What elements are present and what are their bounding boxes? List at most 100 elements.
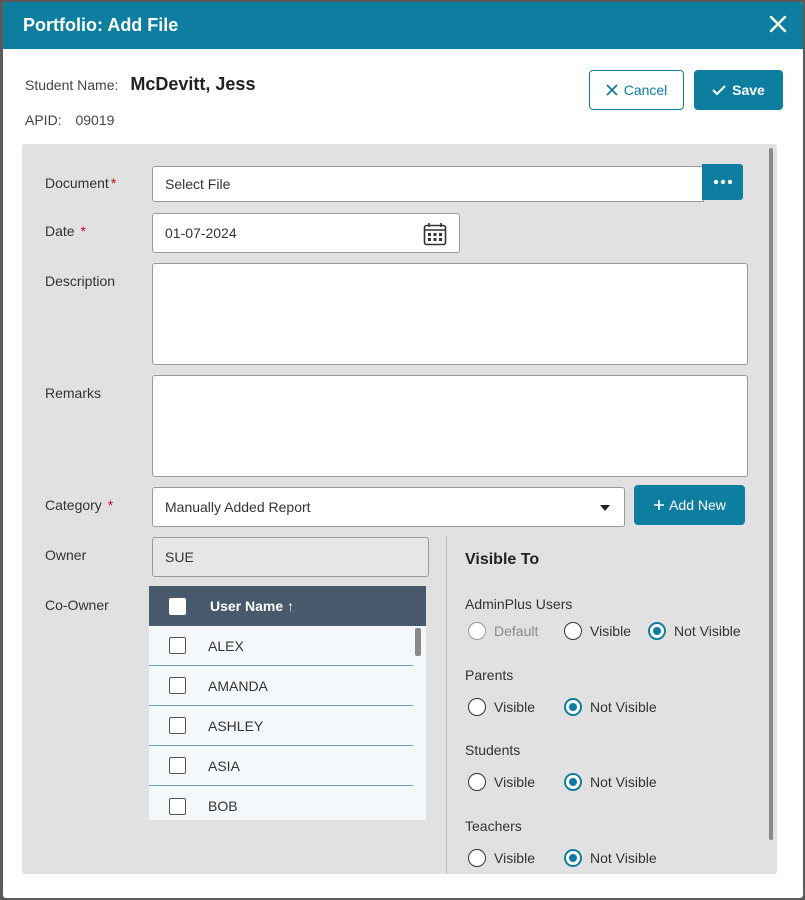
teachers-visible-radio[interactable]: Visible <box>468 849 535 867</box>
table-row[interactable]: BOB <box>149 786 413 820</box>
parents-visible-radio[interactable]: Visible <box>468 698 535 716</box>
radio-circle <box>468 849 486 867</box>
radio-label: Visible <box>494 850 535 866</box>
user-name-header-text: User Name <box>210 598 284 614</box>
chevron-down-icon <box>600 505 610 511</box>
section-divider <box>446 536 447 874</box>
radio-circle <box>564 773 582 791</box>
student-name-label: Student Name: <box>25 77 119 93</box>
student-name-row: Student Name: McDevitt, Jess <box>25 74 255 95</box>
radio-circle <box>564 698 582 716</box>
radio-circle <box>468 773 486 791</box>
row-checkbox[interactable] <box>169 757 186 774</box>
table-row[interactable]: AMANDA <box>149 666 413 706</box>
calendar-icon[interactable] <box>423 222 447 246</box>
students-label: Students <box>465 742 521 758</box>
document-label: Document * <box>45 175 116 191</box>
document-field[interactable]: Select File <box>152 166 704 202</box>
row-checkbox[interactable] <box>169 717 186 734</box>
date-field[interactable]: 01-07-2024 <box>152 213 460 253</box>
remarks-label: Remarks <box>45 385 102 401</box>
radio-circle <box>564 849 582 867</box>
category-label-text: Category <box>45 497 102 513</box>
row-user-name: ASHLEY <box>208 717 264 734</box>
user-name-column-header[interactable]: User Name ↑ <box>210 598 294 614</box>
row-user-name: BOB <box>208 798 238 814</box>
adminplus-users-label: AdminPlus Users <box>465 596 573 612</box>
x-icon <box>606 84 618 96</box>
ellipsis-icon <box>713 179 732 185</box>
parents-not-visible-radio[interactable]: Not Visible <box>564 698 657 716</box>
radio-circle <box>468 698 486 716</box>
students-not-visible-radio[interactable]: Not Visible <box>564 773 657 791</box>
parents-label: Parents <box>465 667 514 683</box>
radio-circle <box>564 622 582 640</box>
panel-scrollbar[interactable] <box>769 148 773 840</box>
row-user-name: AMANDA <box>208 677 268 694</box>
remarks-textarea[interactable] <box>152 375 748 477</box>
category-select[interactable]: Manually Added Report <box>152 487 625 527</box>
category-select-value: Manually Added Report <box>165 499 311 515</box>
close-icon[interactable] <box>767 13 789 35</box>
radio-circle <box>648 622 666 640</box>
adminplus-default-radio[interactable]: Default <box>468 622 538 640</box>
radio-label: Visible <box>494 699 535 715</box>
description-textarea[interactable] <box>152 263 748 365</box>
radio-label: Not Visible <box>590 699 657 715</box>
add-new-label: Add New <box>669 497 726 513</box>
apid-row: APID: 09019 <box>25 112 114 128</box>
teachers-not-visible-radio[interactable]: Not Visible <box>564 849 657 867</box>
add-new-category-button[interactable]: Add New <box>634 485 745 525</box>
browse-file-button[interactable] <box>702 164 743 200</box>
check-icon <box>712 85 726 96</box>
description-label: Description <box>45 273 116 289</box>
cancel-button-label: Cancel <box>623 82 668 98</box>
owner-field: SUE <box>152 537 429 577</box>
radio-label: Visible <box>494 774 535 790</box>
cancel-button[interactable]: Cancel <box>589 70 684 110</box>
row-checkbox[interactable] <box>169 797 186 815</box>
radio-label: Default <box>494 623 539 639</box>
students-visible-radio[interactable]: Visible <box>468 773 535 791</box>
table-row[interactable]: ALEX <box>149 626 413 666</box>
date-label-text: Date <box>45 223 75 239</box>
row-user-name: ASIA <box>208 757 240 774</box>
save-button-label: Save <box>732 82 765 98</box>
sort-arrow-icon: ↑ <box>287 598 295 614</box>
table-row[interactable]: ASIA <box>149 746 413 786</box>
grid-scrollbar[interactable] <box>415 628 421 656</box>
document-label-text: Document <box>45 175 109 191</box>
modal-title: Portfolio: Add File <box>23 15 179 35</box>
radio-label: Not Visible <box>590 774 657 790</box>
radio-label: Not Visible <box>590 850 657 866</box>
owner-label: Owner <box>45 547 87 563</box>
teachers-label: Teachers <box>465 818 522 834</box>
required-mark: * <box>107 497 114 513</box>
required-mark: * <box>80 223 86 239</box>
apid-value: 09019 <box>75 112 115 128</box>
plus-icon <box>654 500 665 510</box>
row-user-name: ALEX <box>208 637 244 654</box>
coowner-label: Co-Owner <box>45 597 109 613</box>
coowner-grid-header: User Name ↑ <box>149 586 426 626</box>
radio-label: Not Visible <box>674 623 741 639</box>
required-mark: * <box>110 175 117 191</box>
student-name-value: McDevitt, Jess <box>130 74 256 94</box>
visible-to-title: Visible To <box>465 551 540 568</box>
owner-field-value: SUE <box>165 549 194 565</box>
radio-label: Visible <box>590 623 631 639</box>
adminplus-not-visible-radio[interactable]: Not Visible <box>648 622 741 640</box>
radio-circle <box>468 622 486 640</box>
row-checkbox[interactable] <box>169 677 186 694</box>
row-checkbox[interactable] <box>169 637 186 654</box>
save-button[interactable]: Save <box>694 70 783 110</box>
coowner-grid-body: ALEX AMANDA ASHLEY ASIA BOB <box>149 626 426 820</box>
category-label: Category * <box>45 497 113 513</box>
apid-label: APID: <box>25 112 62 128</box>
select-all-checkbox[interactable] <box>169 597 186 615</box>
table-row[interactable]: ASHLEY <box>149 706 413 746</box>
modal-titlebar: Portfolio: Add File <box>3 2 803 49</box>
adminplus-visible-radio[interactable]: Visible <box>564 622 631 640</box>
date-label: Date * <box>45 223 86 239</box>
document-field-value: Select File <box>165 176 231 192</box>
